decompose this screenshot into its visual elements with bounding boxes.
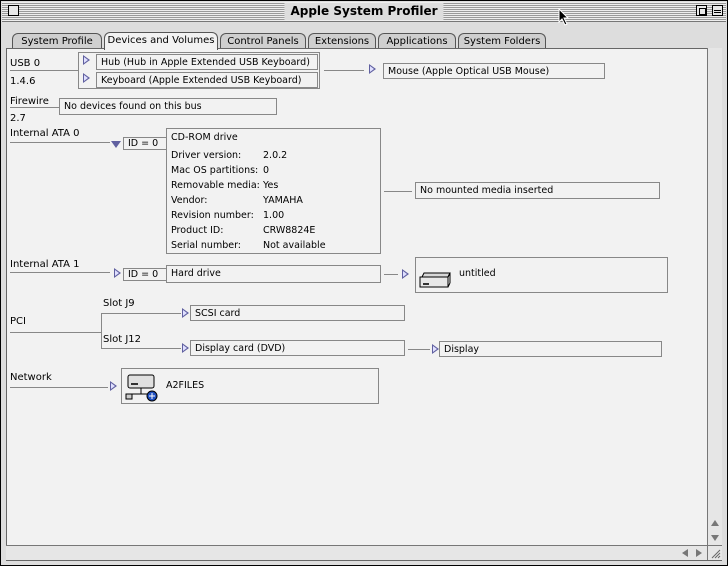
usb-keyboard-device[interactable]: Keyboard (Apple Extended USB Keyboard) [96, 72, 318, 88]
hub-disclosure-triangle-icon[interactable] [83, 55, 90, 65]
collapse-box-icon[interactable] [712, 5, 723, 16]
connector-line [384, 191, 412, 192]
pci-slot-j12-label: Slot J12 [103, 334, 142, 345]
hard-drive-device[interactable]: Hard drive [166, 265, 381, 283]
tab-extensions[interactable]: Extensions [308, 33, 376, 49]
zoom-box-icon[interactable] [696, 5, 707, 16]
tab-control-panels[interactable]: Control Panels [220, 33, 306, 49]
connector-line [10, 142, 110, 143]
file-server-icon [125, 372, 159, 402]
pci-slot-j9-label: Slot J9 [103, 298, 135, 309]
scroll-right-arrow-icon[interactable] [696, 549, 702, 557]
volume-disclosure-triangle-icon[interactable] [402, 269, 409, 279]
volume-untitled[interactable]: untitled [415, 257, 668, 293]
usb-bus-label: USB 0 [10, 58, 41, 69]
ata0-bus-label: Internal ATA 0 [10, 128, 80, 139]
scroll-left-arrow-icon[interactable] [682, 549, 688, 557]
volume-name: untitled [459, 268, 496, 279]
ata0-collapse-triangle-icon[interactable] [111, 141, 121, 148]
tab-applications[interactable]: Applications [378, 33, 456, 49]
network-server-a2files[interactable]: A2FILES [121, 368, 379, 404]
hard-disk-icon [419, 272, 451, 288]
connector-line [408, 349, 430, 350]
connector-line [10, 107, 59, 108]
connector-line [384, 274, 398, 275]
keyboard-disclosure-triangle-icon[interactable] [83, 73, 90, 83]
cdrom-device-name: CD-ROM drive [171, 132, 238, 143]
firewire-status: No devices found on this bus [59, 98, 277, 115]
usb-version: 1.4.6 [10, 76, 36, 87]
mouse-disclosure-triangle-icon[interactable] [369, 64, 376, 74]
connector-line [10, 70, 78, 71]
connector-line [101, 313, 181, 314]
network-label: Network [10, 372, 52, 383]
connector-line [10, 332, 102, 333]
scsi-disclosure-triangle-icon[interactable] [182, 308, 189, 318]
mouse-cursor-icon [558, 7, 570, 26]
ata0-id: ID = 0 [123, 137, 169, 150]
window-title: Apple System Profiler [284, 3, 444, 20]
ata1-id: ID = 0 [123, 268, 169, 281]
close-box-icon[interactable] [8, 5, 19, 16]
tab-system-folders[interactable]: System Folders [458, 33, 546, 49]
display-disclosure-triangle-icon[interactable] [432, 344, 439, 354]
usb-mouse-device[interactable]: Mouse (Apple Optical USB Mouse) [383, 63, 605, 79]
tab-devices-and-volumes[interactable]: Devices and Volumes [104, 32, 218, 50]
vertical-scrollbar[interactable] [707, 48, 722, 547]
usb-hub-device[interactable]: Hub (Hub in Apple Extended USB Keyboard) [96, 54, 318, 70]
ata1-disclosure-triangle-icon[interactable] [114, 268, 121, 278]
scsi-card-device[interactable]: SCSI card [190, 305, 405, 321]
connector-line [101, 313, 102, 349]
display-device[interactable]: Display [439, 341, 662, 357]
display-card-device[interactable]: Display card (DVD) [190, 340, 405, 356]
profiler-window: Apple System Profiler System Profile Dev… [0, 0, 728, 566]
network-disclosure-triangle-icon[interactable] [110, 381, 117, 391]
firewire-version: 2.7 [10, 113, 26, 124]
connector-line [101, 348, 181, 349]
title-bar[interactable]: Apple System Profiler [2, 2, 726, 22]
scroll-up-arrow-icon[interactable] [711, 520, 719, 526]
connector-line [324, 70, 364, 71]
resize-grip-icon[interactable] [707, 545, 722, 560]
server-name: A2FILES [166, 380, 205, 391]
pci-bus-label: PCI [10, 316, 26, 327]
cdrom-detail-panel[interactable]: CD-ROM drive Driver version: 2.0.2 Mac OS… [166, 128, 381, 254]
connector-line [10, 387, 108, 388]
scroll-down-arrow-icon[interactable] [711, 535, 719, 541]
tab-system-profile[interactable]: System Profile [12, 33, 102, 49]
display-card-disclosure-triangle-icon[interactable] [182, 343, 189, 353]
ata1-bus-label: Internal ATA 1 [10, 259, 80, 270]
connector-line [10, 272, 110, 273]
cdrom-media-status: No mounted media inserted [415, 182, 660, 199]
horizontal-scrollbar[interactable] [6, 545, 707, 560]
